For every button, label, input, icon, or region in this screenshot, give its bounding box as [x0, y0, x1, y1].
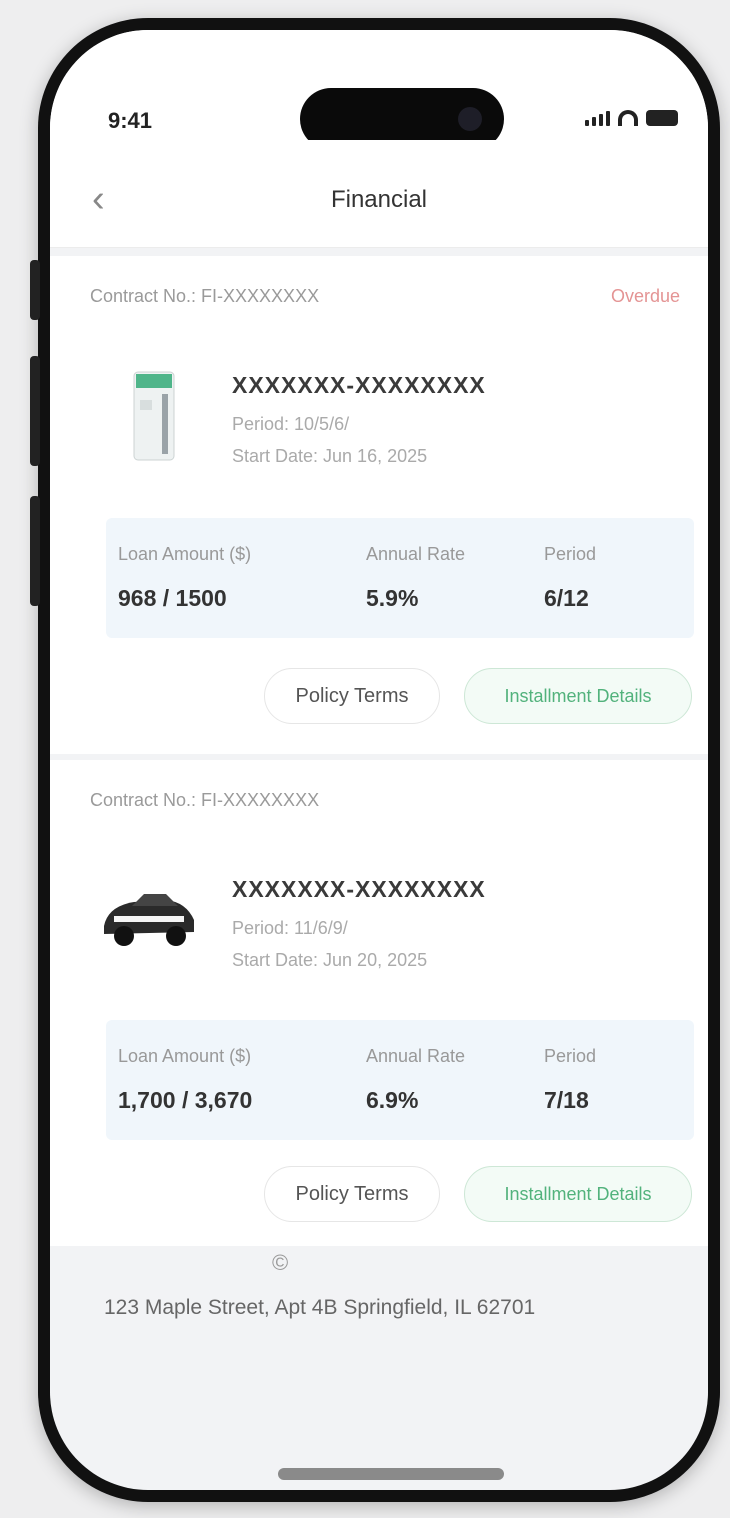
footer-copyright-icon: ©	[272, 1250, 289, 1275]
stat-annual-rate: Annual Rate 5.9%	[366, 544, 465, 612]
stat-loan-amount: Loan Amount ($) 968 / 1500	[118, 544, 251, 612]
status-bar: 9:41	[50, 30, 708, 150]
loan-stats: Loan Amount ($) 968 / 1500 Annual Rate 5…	[106, 518, 694, 638]
stat-value: 5.9%	[366, 585, 419, 611]
stat-loan-amount: Loan Amount ($) 1,700 / 3,670	[118, 1046, 252, 1114]
stat-value: 1,700 / 3,670	[118, 1087, 253, 1113]
stat-label: Annual Rate	[366, 544, 466, 564]
status-badge: Overdue	[610, 286, 680, 306]
status-icons	[585, 110, 678, 126]
wifi-icon	[618, 110, 638, 126]
product-period: Period: 11/6/9/	[232, 918, 348, 938]
order-number: Contract No.: FI-XXXXXXXX	[90, 790, 320, 810]
policy-terms-button[interactable]: Policy Terms	[264, 1166, 440, 1222]
app-screen: 9:41 ‹ Financial Contract No.: FI-XXXXXX…	[50, 30, 708, 1490]
side-button-volume-up	[30, 356, 40, 466]
status-time: 9:41	[108, 108, 153, 133]
installment-details-button[interactable]: Installment Details	[464, 668, 692, 724]
stat-period: Period 6/12	[544, 544, 596, 612]
finance-order-card: Contract No.: FI-XXXXXXXX XXXXXXX-XXXXXX…	[50, 760, 708, 1246]
stat-value: 6/12	[544, 585, 589, 611]
nav-bar: ‹ Financial	[50, 140, 708, 248]
stat-label: Period	[544, 544, 597, 564]
stat-annual-rate: Annual Rate 6.9%	[366, 1046, 465, 1114]
battery-icon	[646, 110, 678, 126]
stat-label: Loan Amount ($)	[118, 544, 252, 564]
order-header: Contract No.: FI-XXXXXXXX	[90, 790, 680, 811]
signal-icon	[585, 111, 610, 126]
order-header: Contract No.: FI-XXXXXXXX Overdue	[90, 286, 680, 307]
policy-terms-button[interactable]: Policy Terms	[264, 668, 440, 724]
product-name: XXXXXXX-XXXXXXXX	[232, 876, 486, 902]
stat-label: Period	[544, 1046, 597, 1066]
footer-address: 123 Maple Street, Apt 4B Springfield, IL…	[104, 1296, 536, 1319]
stat-value: 7/18	[544, 1087, 589, 1113]
phone-frame: 9:41 ‹ Financial Contract No.: FI-XXXXXX…	[38, 18, 720, 1502]
stat-value: 6.9%	[366, 1087, 419, 1113]
page-title: Financial	[330, 186, 428, 213]
stat-period: Period 7/18	[544, 1046, 596, 1114]
home-indicator[interactable]	[278, 1468, 504, 1480]
side-button-silent	[30, 260, 40, 320]
order-number: Contract No.: FI-XXXXXXXX	[90, 286, 320, 306]
appliance-icon	[104, 366, 204, 466]
stat-value: 968 / 1500	[118, 585, 227, 611]
camera-icon	[458, 107, 482, 131]
product-period: Period: 10/5/6/	[232, 414, 350, 434]
stat-label: Annual Rate	[366, 1046, 466, 1066]
product-name: XXXXXXX-XXXXXXXX	[232, 372, 486, 398]
side-button-volume-down	[30, 496, 40, 606]
loan-stats: Loan Amount ($) 1,700 / 3,670 Annual Rat…	[106, 1020, 694, 1140]
car-icon	[94, 866, 204, 966]
product-start-date: Start Date: Jun 16, 2025	[232, 446, 428, 466]
product-start-date: Start Date: Jun 20, 2025	[232, 950, 428, 970]
installment-details-button[interactable]: Installment Details	[464, 1166, 692, 1222]
stat-label: Loan Amount ($)	[118, 1046, 252, 1066]
finance-order-card: Contract No.: FI-XXXXXXXX Overdue XXXXXX…	[50, 256, 708, 754]
